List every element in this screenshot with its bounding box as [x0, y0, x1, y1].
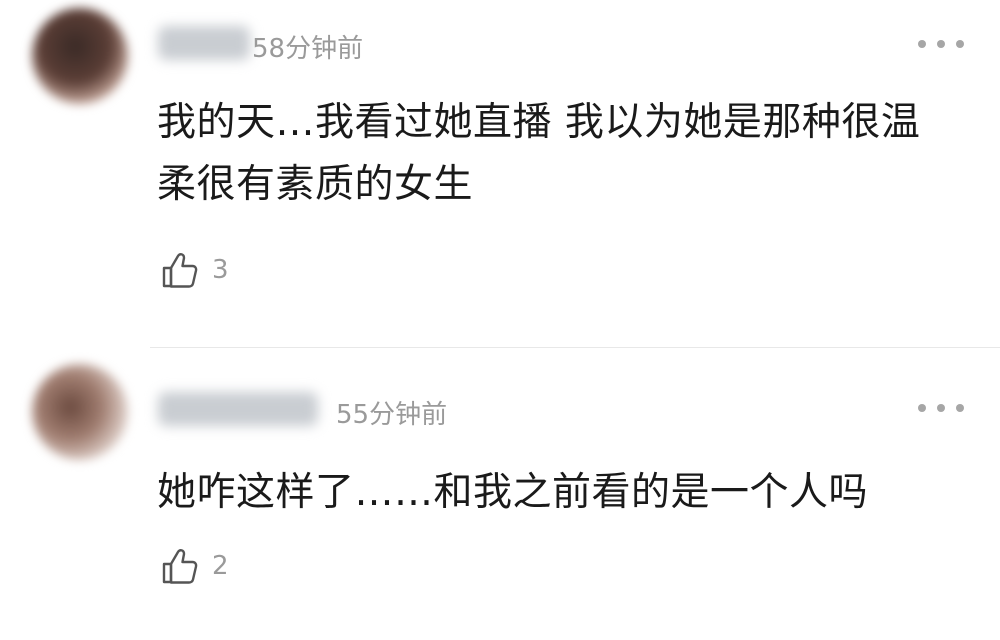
comment-timestamp: 58分钟前: [252, 34, 364, 64]
like-button[interactable]: 2: [160, 546, 229, 586]
comment-text-line: 柔很有素质的女生: [157, 162, 474, 207]
thumbs-up-icon: [162, 549, 198, 584]
comment-item: 58分钟前 我的天…我看过她直播 我以为她是那种很温 柔很有素质的女生 3: [0, 0, 1000, 345]
more-dots-icon[interactable]: [918, 36, 964, 52]
comment-item: 55分钟前 她咋这样了……和我之前看的是一个人吗 2: [0, 350, 1000, 640]
username-blurred[interactable]: [158, 392, 318, 426]
avatar[interactable]: [32, 364, 128, 460]
like-count: 3: [212, 255, 229, 285]
comment-text: 她咋这样了……和我之前看的是一个人吗: [157, 462, 957, 524]
like-count: 2: [212, 551, 229, 581]
avatar[interactable]: [32, 8, 128, 104]
comment-text-line: 我的天…我看过她直播 我以为她是那种很温: [157, 100, 921, 145]
comment-divider: [150, 347, 1000, 348]
comment-text: 我的天…我看过她直播 我以为她是那种很温 柔很有素质的女生: [157, 92, 957, 216]
more-dots-icon[interactable]: [918, 400, 964, 416]
comment-timestamp: 55分钟前: [336, 400, 448, 430]
like-button[interactable]: 3: [160, 250, 229, 290]
thumbs-up-icon: [162, 253, 198, 288]
username-blurred[interactable]: [158, 26, 250, 60]
comment-text-line: 她咋这样了……和我之前看的是一个人吗: [157, 470, 869, 515]
